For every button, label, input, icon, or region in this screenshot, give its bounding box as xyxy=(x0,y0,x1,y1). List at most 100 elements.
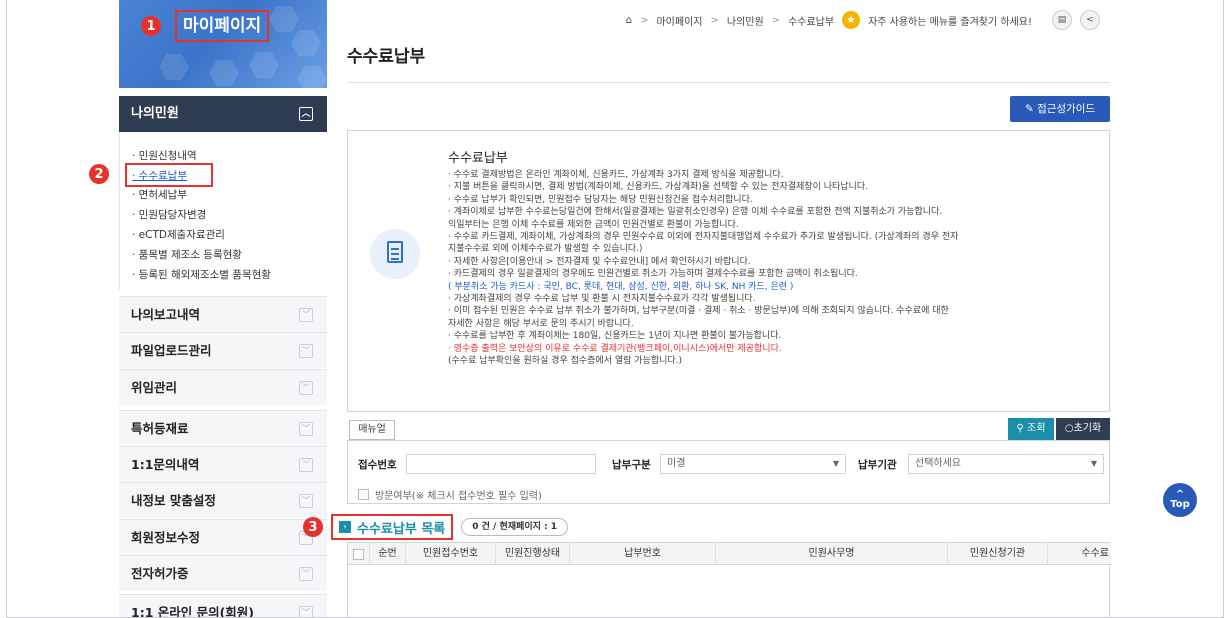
reset-button[interactable]: ○초기화 xyxy=(1056,418,1110,440)
search-icon: ⚲ xyxy=(1016,423,1024,434)
guide-label: 접근성가이드 xyxy=(1037,103,1096,115)
refresh-icon: ○ xyxy=(1064,423,1074,434)
result-count: 0 건 / 현재페이지 : 1 xyxy=(461,518,569,536)
sub-item-overseas-status[interactable]: · 등록된 해외제조소별 품목현황 xyxy=(132,267,271,282)
top-label: Top xyxy=(1170,499,1190,510)
notice-box: 수수료납부 · 수수료 결제방법은 온라인 계좌이체, 신용카드, 가상계좌 3… xyxy=(347,130,1110,412)
menu-label: 나의보고내역 xyxy=(131,307,201,322)
accessibility-guide-button[interactable]: ✎ 접근성가이드 xyxy=(1010,96,1110,122)
menu-delegation[interactable]: 위임관리 ﹀ xyxy=(119,369,327,405)
mypage-title: 마이페이지 xyxy=(175,10,270,42)
menu-label: 위임관리 xyxy=(131,380,178,395)
column-header: 민원사무명 xyxy=(716,543,948,565)
home-icon[interactable]: ⌂ xyxy=(626,15,632,26)
notice-line: (수수료 납부확인을 원하실 경우 접수증에서 열람 가능합니다.) xyxy=(448,356,683,367)
menu-online-inquiry[interactable]: 1:1 온라인 문의(회원) ﹀ xyxy=(119,594,327,618)
chevron-right-icon: > xyxy=(771,14,781,26)
payment-type-value: 미결 xyxy=(667,458,686,469)
arrow-right-icon: › xyxy=(339,521,351,533)
notice-line: 자세한 사항은 해당 부서로 문의 주시기 바랍니다. xyxy=(448,318,634,329)
collapse-icon[interactable]: ︿ xyxy=(299,107,313,121)
notice-title: 수수료납부 xyxy=(448,151,508,166)
edit-icon: ✎ xyxy=(1024,103,1034,115)
favorite-hint: 자주 사용하는 메뉴를 즐겨찾기 하세요! xyxy=(868,16,1032,28)
breadcrumb-item[interactable]: 마이페이지 xyxy=(656,13,702,28)
chevron-right-icon: > xyxy=(640,14,649,26)
chevron-down-icon: ﹀ xyxy=(299,381,313,395)
select-all-checkbox[interactable] xyxy=(348,543,370,565)
chevron-right-icon: > xyxy=(710,14,719,26)
star-icon[interactable]: ★ xyxy=(842,11,861,29)
payment-org-value: 선택하세요 xyxy=(915,458,961,469)
menu-label: 내정보 맞춤설정 xyxy=(131,493,216,508)
menu-file-upload[interactable]: 파일업로드관리 ﹀ xyxy=(119,332,327,368)
payment-type-label: 납부구분 xyxy=(612,459,651,471)
receipt-number-input[interactable] xyxy=(406,454,596,474)
manual-button[interactable]: 매뉴얼 xyxy=(349,420,395,440)
reset-label: 초기화 xyxy=(1073,423,1102,434)
receipt-number-label: 접수번호 xyxy=(358,459,397,471)
menu-custom-settings[interactable]: 내정보 맞춤설정 ﹀ xyxy=(119,482,327,518)
query-button[interactable]: ⚲ 조회 xyxy=(1008,418,1054,440)
sub-menu-list: · 민원신청내역 · 수수료납부 · 면허세납부 · 민원담당자변경 · eCT… xyxy=(119,132,327,290)
callout-3: 3 xyxy=(303,517,323,537)
notice-line: · 수수료 납부가 확인되면, 민원접수 담당자는 해당 민원신청건을 접수처리… xyxy=(448,194,753,205)
notice-line: · 카드결제의 경우 일괄결제의 경우에도 민원건별로 취소가 가능하며 결제수… xyxy=(448,269,858,280)
notice-line: · 가상계좌결제의 경우 수수료 납부 및 환불 시 전자지불수수료가 각각 발… xyxy=(448,294,756,305)
page-frame: 1 마이페이지 나의민원 ︿ · 민원신청내역 · 수수료납부 · 면허세납부 … xyxy=(6,0,1224,618)
hex-decoration xyxy=(209,60,239,86)
page-title: 수수료납부 xyxy=(347,47,426,67)
hex-decoration xyxy=(297,66,327,88)
menu-label: 파일업로드관리 xyxy=(131,343,212,358)
payment-type-select[interactable]: 미결 ▼ xyxy=(660,454,846,474)
print-icon[interactable]: ▤ xyxy=(1052,10,1072,30)
payment-org-select[interactable]: 선택하세요 ▼ xyxy=(908,454,1104,474)
menu-label: 전자허가증 xyxy=(131,566,189,581)
notice-line: · 계좌이체로 납부한 수수료는당일건에 한해서(일괄결제는 일괄취소인경우) … xyxy=(448,207,943,218)
mypage-banner: 1 마이페이지 xyxy=(119,0,327,88)
sub-item-complaint-history[interactable]: · 민원신청내역 xyxy=(132,148,197,163)
column-header: 수수료 xyxy=(1081,548,1109,559)
table-header: 순번 민원접수번호 민원진행상태 납부번호 민원사무명 민원신청기관 수수료 xyxy=(348,543,1111,565)
menu-label: 1:1 온라인 문의(회원) xyxy=(131,605,255,618)
nav-section-label: 나의민원 xyxy=(131,106,179,121)
share-icon[interactable]: < xyxy=(1080,10,1100,30)
column-header: 민원진행상태 xyxy=(496,543,570,565)
menu-e-license[interactable]: 전자허가증 ﹀ xyxy=(119,555,327,591)
scroll-top-button[interactable]: ^ Top xyxy=(1163,483,1197,517)
sub-item-license-tax[interactable]: · 면허세납부 xyxy=(132,187,187,202)
breadcrumb-item[interactable]: 수수료납부 xyxy=(788,13,834,28)
callout-2: 2 xyxy=(89,164,109,184)
main-content: ⌂ > 마이페이지 > 나의민원 > 수수료납부 ★ 자주 사용하는 메뉴를 즐… xyxy=(303,0,1111,617)
search-form: 접수번호 납부구분 미결 ▼ 납부기관 선택하세요 ▼ 방문여부(※ 체크시 접수번… xyxy=(347,440,1110,504)
notice-line: · 수수료 결제방법은 온라인 계좌이체, 신용카드, 가상계좌 3가지 결제 … xyxy=(448,170,784,180)
menu-inquiries[interactable]: 1:1문의내역 ﹀ xyxy=(119,446,327,482)
query-label: 조회 xyxy=(1027,423,1046,434)
chevron-down-icon: ▼ xyxy=(1090,459,1097,468)
menu-my-reports[interactable]: 나의보고내역 ﹀ xyxy=(119,296,327,332)
menu-label: 1:1문의내역 xyxy=(131,457,200,472)
notice-line: 지불수수료 외에 이체수수료가 발생할 수 있습니다.) xyxy=(448,244,643,255)
hex-decoration xyxy=(249,52,279,78)
sidebar: 1 마이페이지 나의민원 ︿ · 민원신청내역 · 수수료납부 · 면허세납부 … xyxy=(89,0,327,618)
notice-line: 익일부터는 은행 이체 수수료를 제외한 금액이 민원건별로 환불이 가능합니다… xyxy=(448,219,739,230)
nav-section-my-complaints[interactable]: 나의민원 ︿ xyxy=(119,96,327,132)
notice-line: · 영수증 출력은 보안상의 이유로 수수료 결제기관(뱅크페이,이니시스)에서… xyxy=(448,343,782,354)
menu-patent[interactable]: 특허등재료 ﹀ xyxy=(119,410,327,446)
sub-item-manager-change[interactable]: · 민원담당자변경 xyxy=(132,207,206,222)
notice-line: · 자세한 사항은[이용안내 > 전자결제 및 수수료안내] 에서 확인하시기 … xyxy=(448,256,751,267)
menu-member-info[interactable]: 회원정보수정 ﹀ xyxy=(119,519,327,555)
chevron-down-icon: ﹀ xyxy=(299,567,313,581)
visit-checkbox[interactable] xyxy=(358,489,369,500)
callout-1: 1 xyxy=(141,16,161,36)
list-title-box: › 수수료납부 목록 xyxy=(331,514,454,540)
visit-checkbox-row[interactable]: 방문여부(※ 체크시 접수번호 필수 입력) xyxy=(358,487,542,502)
sub-item-manufacturer-status[interactable]: · 품목별 제조소 등록현황 xyxy=(132,247,242,262)
breadcrumb-item[interactable]: 나의민원 xyxy=(727,13,764,28)
notice-line: · 지불 버튼을 클릭하시면, 결제 방법(계좌이체, 신용카드, 가상계좌)을… xyxy=(448,182,868,193)
notice-lines: · 수수료 결제방법은 온라인 계좌이체, 신용카드, 가상계좌 3가지 결제 … xyxy=(448,169,1098,368)
sub-item-ectd[interactable]: · eCTD제출자료관리 xyxy=(132,227,225,242)
column-header: 민원신청기관 xyxy=(948,543,1048,565)
column-header: 순번 xyxy=(370,543,406,565)
visit-checkbox-label: 방문여부(※ 체크시 접수번호 필수 입력) xyxy=(375,491,542,502)
